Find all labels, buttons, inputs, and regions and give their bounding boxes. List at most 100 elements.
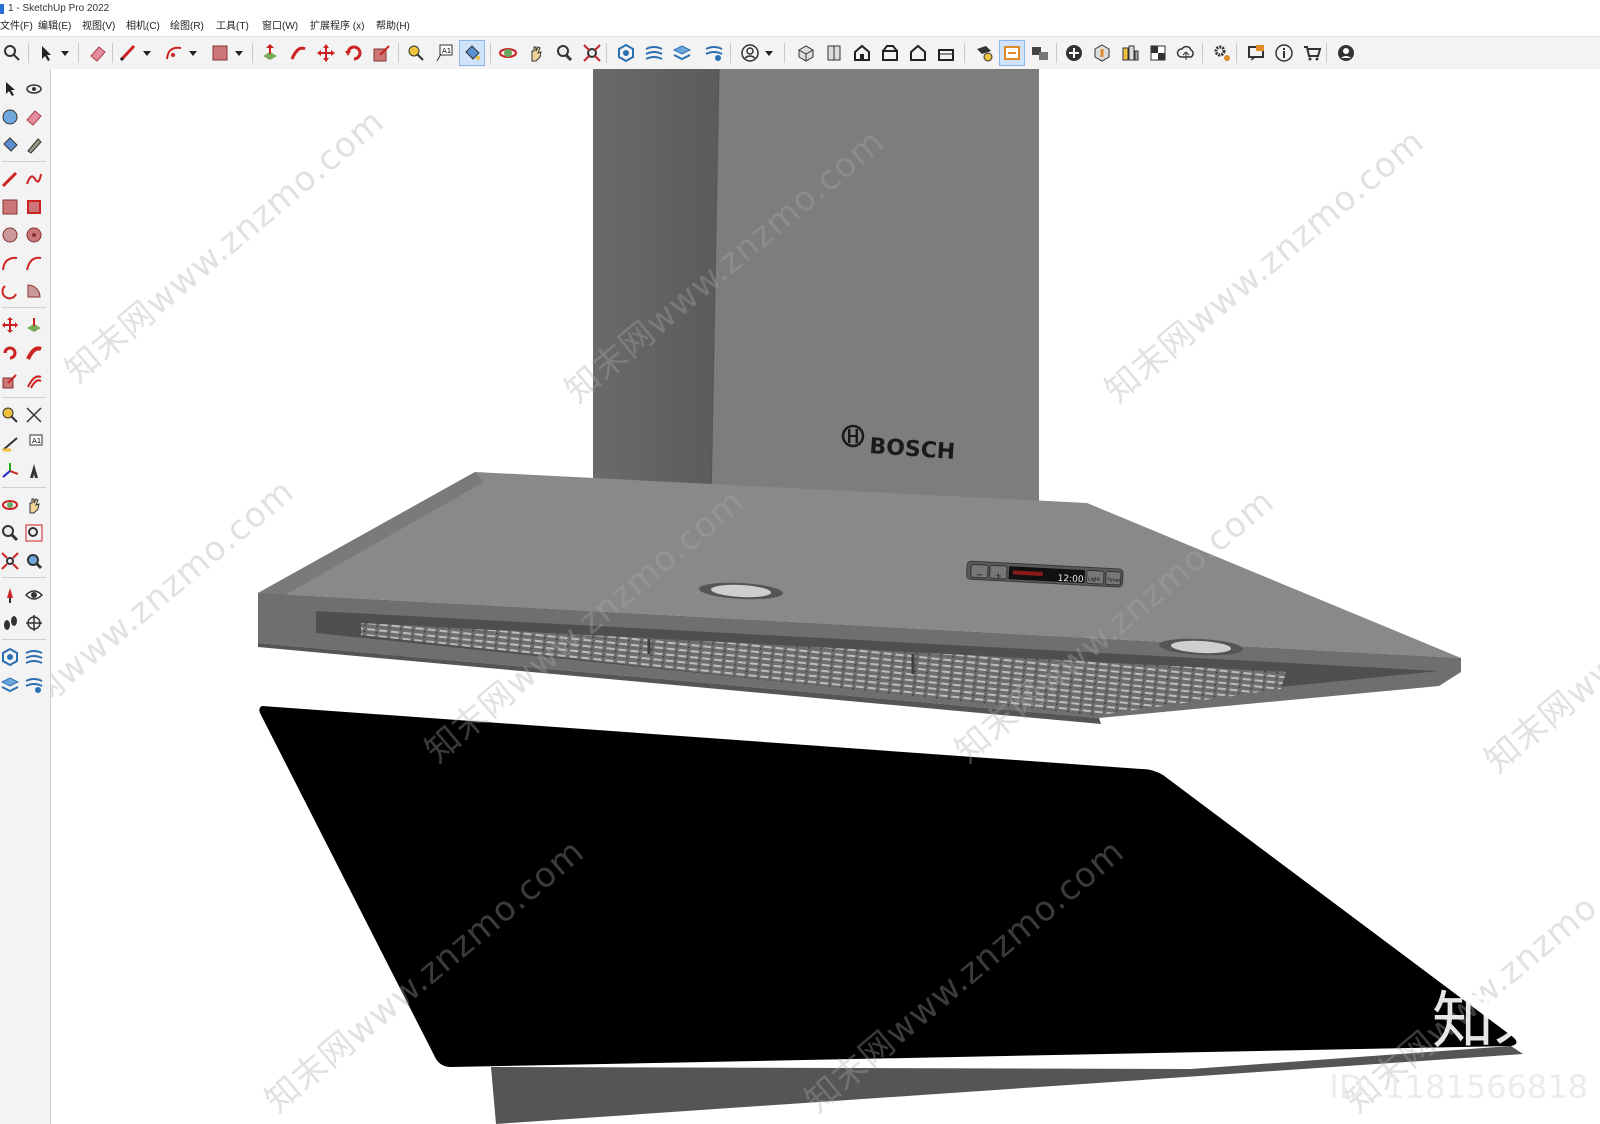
arc-icon[interactable] xyxy=(0,253,20,273)
eraser-icon[interactable] xyxy=(24,107,44,127)
tape-measure-icon[interactable] xyxy=(404,41,428,65)
text-icon[interactable]: A1 xyxy=(24,433,44,453)
user-icon[interactable] xyxy=(738,41,762,65)
axes-icon[interactable] xyxy=(0,461,20,481)
menu-extensions[interactable]: 扩展程序 (x) xyxy=(310,18,364,36)
info-icon[interactable] xyxy=(1272,41,1296,65)
rotated-rectangle-icon[interactable] xyxy=(24,197,44,217)
front-view-icon[interactable] xyxy=(850,41,874,65)
layers-icon[interactable] xyxy=(0,675,20,695)
menu-file[interactable]: 文件(F) xyxy=(0,18,33,36)
pan-icon[interactable] xyxy=(524,41,548,65)
shadow-icon[interactable] xyxy=(1090,41,1114,65)
chat-icon[interactable] xyxy=(1244,41,1268,65)
orbit-icon[interactable] xyxy=(0,495,20,515)
polygon-icon[interactable] xyxy=(24,225,44,245)
move-icon[interactable] xyxy=(0,315,20,335)
make-component-icon[interactable] xyxy=(0,107,20,127)
menu-bar: 文件(F) 编辑(E) 视图(V) 相机(C) 绘图(R) 工具(T) 窗口(W… xyxy=(0,18,1600,36)
pie-icon[interactable] xyxy=(24,281,44,301)
eraser-icon[interactable] xyxy=(86,41,110,65)
add-location-icon[interactable] xyxy=(1062,41,1086,65)
previous-view-icon[interactable] xyxy=(24,551,44,571)
scale-icon[interactable] xyxy=(370,41,394,65)
rotate-icon[interactable] xyxy=(0,343,20,363)
zoom-icon[interactable] xyxy=(0,523,20,543)
text-icon[interactable]: A1 xyxy=(432,41,456,65)
fog-icon[interactable] xyxy=(1118,41,1142,65)
match-photo-icon[interactable] xyxy=(1146,41,1170,65)
follow-me-icon[interactable] xyxy=(24,343,44,363)
scenes-icon[interactable] xyxy=(1028,41,1052,65)
look-around-icon[interactable] xyxy=(24,585,44,605)
move-icon[interactable] xyxy=(314,41,338,65)
section-plane-icon[interactable] xyxy=(24,613,44,633)
dimension-icon[interactable] xyxy=(24,405,44,425)
menu-camera[interactable]: 相机(C) xyxy=(126,18,160,36)
zoom-icon[interactable] xyxy=(552,41,576,65)
chevron-down-icon[interactable] xyxy=(186,41,200,65)
left-view-icon[interactable] xyxy=(934,41,958,65)
zoom-extents-icon[interactable] xyxy=(0,551,20,571)
3d-text-icon[interactable] xyxy=(24,461,44,481)
cloud-icon[interactable] xyxy=(1174,41,1198,65)
walk-icon[interactable] xyxy=(0,613,20,633)
push-pull-icon[interactable] xyxy=(24,315,44,335)
three-point-arc-icon[interactable] xyxy=(0,281,20,301)
paint-bucket-icon[interactable] xyxy=(0,135,20,155)
chevron-down-icon[interactable] xyxy=(140,41,154,65)
warehouse-icon[interactable] xyxy=(0,647,20,667)
scale-icon[interactable] xyxy=(0,371,20,391)
arc-icon[interactable] xyxy=(162,41,186,65)
push-pull-icon[interactable] xyxy=(258,41,282,65)
orbit-icon[interactable] xyxy=(24,79,44,99)
menu-view[interactable]: 视图(V) xyxy=(82,18,115,36)
menu-edit[interactable]: 编辑(E) xyxy=(38,18,71,36)
right-view-icon[interactable] xyxy=(878,41,902,65)
sandbox-icon[interactable] xyxy=(642,41,666,65)
sandbox-icon[interactable] xyxy=(24,647,44,667)
protractor-icon[interactable] xyxy=(0,433,20,453)
search-icon[interactable] xyxy=(0,41,24,65)
rectangle-icon[interactable] xyxy=(208,41,232,65)
line-icon[interactable] xyxy=(0,169,20,189)
select-arrow-icon[interactable] xyxy=(0,79,20,99)
chevron-down-icon[interactable] xyxy=(232,41,246,65)
select-arrow-icon[interactable] xyxy=(34,41,58,65)
section-fill-icon[interactable] xyxy=(999,40,1025,66)
pencil-line-icon[interactable] xyxy=(116,41,140,65)
style-icon[interactable] xyxy=(24,675,44,695)
cart-icon[interactable] xyxy=(1300,41,1324,65)
menu-help[interactable]: 帮助(H) xyxy=(376,18,410,36)
top-view-icon[interactable] xyxy=(822,41,846,65)
menu-window[interactable]: 窗口(W) xyxy=(262,18,298,36)
position-camera-icon[interactable] xyxy=(0,585,20,605)
paint-bucket-icon[interactable] xyxy=(459,40,485,66)
back-view-icon[interactable] xyxy=(906,41,930,65)
pan-icon[interactable] xyxy=(24,495,44,515)
two-point-arc-icon[interactable] xyxy=(24,253,44,273)
model-viewport[interactable]: BOSCH − + 12:00 Light Timer 知末网www.znzmo… xyxy=(51,69,1600,1124)
pencil-icon[interactable] xyxy=(24,135,44,155)
tape-measure-icon[interactable] xyxy=(0,405,20,425)
orbit-icon[interactable] xyxy=(496,41,520,65)
settings-icon[interactable] xyxy=(1210,41,1234,65)
chevron-down-icon[interactable] xyxy=(58,41,72,65)
freehand-icon[interactable] xyxy=(24,169,44,189)
account-icon[interactable] xyxy=(1334,41,1358,65)
zoom-extents-icon[interactable] xyxy=(580,41,604,65)
offset-icon[interactable] xyxy=(24,371,44,391)
iso-view-icon[interactable] xyxy=(794,41,818,65)
rectangle-icon[interactable] xyxy=(0,197,20,217)
menu-tools[interactable]: 工具(T) xyxy=(216,18,249,36)
layers-icon[interactable] xyxy=(670,41,694,65)
rotate-icon[interactable] xyxy=(342,41,366,65)
style-icon[interactable] xyxy=(702,41,726,65)
follow-me-icon[interactable] xyxy=(286,41,310,65)
circle-icon[interactable] xyxy=(0,225,20,245)
menu-draw[interactable]: 绘图(R) xyxy=(170,18,204,36)
zoom-window-icon[interactable] xyxy=(24,523,44,543)
warehouse-icon[interactable] xyxy=(614,41,638,65)
section-plane-icon[interactable] xyxy=(972,41,996,65)
chevron-down-icon[interactable] xyxy=(762,41,776,65)
